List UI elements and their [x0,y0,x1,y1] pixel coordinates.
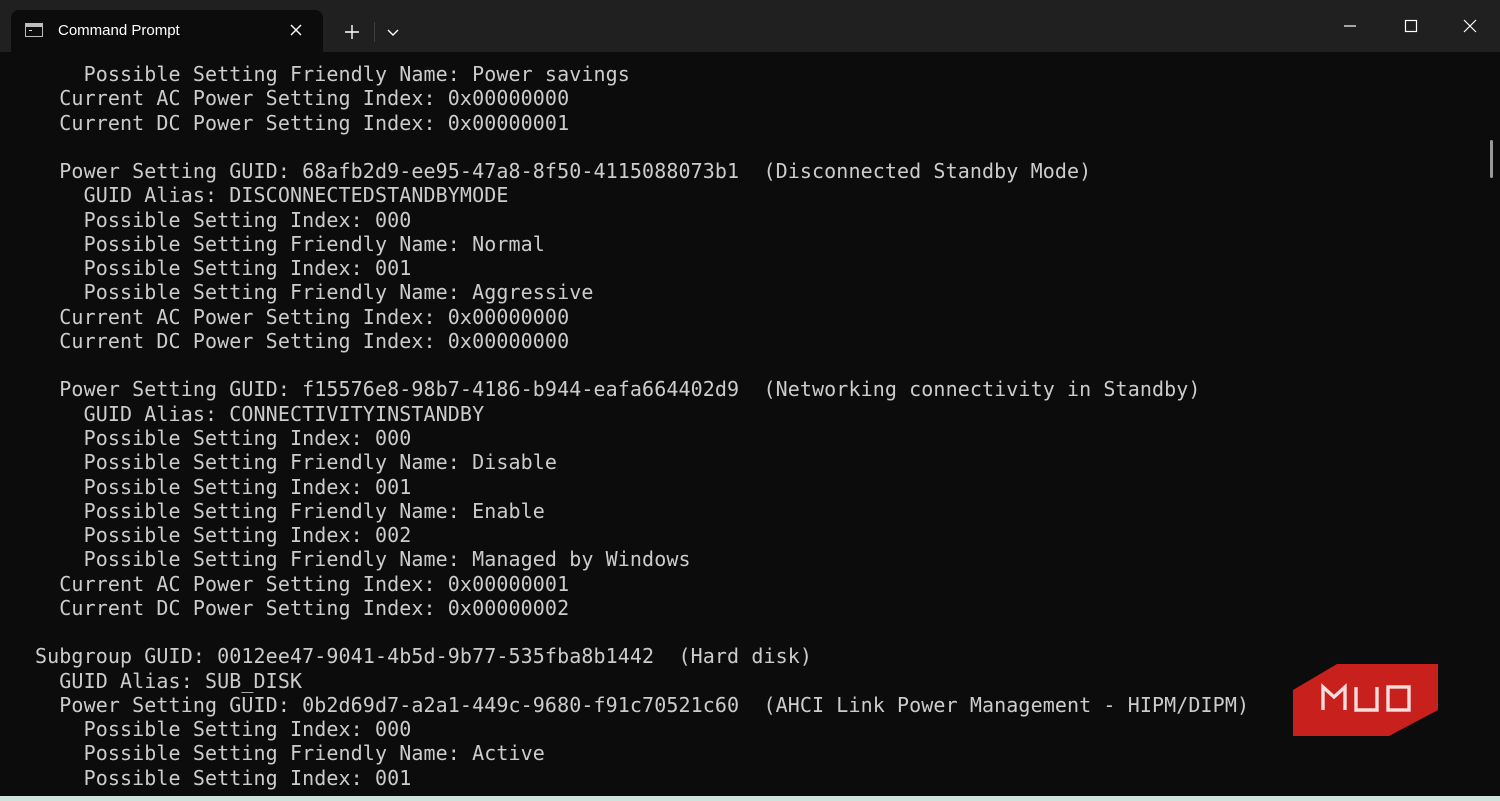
terminal-line: Possible Setting Friendly Name: Disable [35,450,558,475]
terminal-line: Current AC Power Setting Index: 0x000000… [35,571,570,596]
terminal-line: Possible Setting Friendly Name: Power sa… [35,62,630,86]
plus-icon [345,25,359,39]
terminal-line: Possible Setting Friendly Name: Managed … [35,547,691,572]
close-window-button[interactable] [1450,10,1490,42]
terminal-line: Current DC Power Setting Index: 0x000000… [35,328,570,353]
terminal-output[interactable]: Possible Setting Friendly Name: Power sa… [0,52,1500,796]
terminal-line: Possible Setting Index: 000 [35,425,412,450]
terminal-line: GUID Alias: SUB_DISK [35,668,303,693]
maximize-button[interactable] [1391,10,1431,42]
terminal-line: Subgroup GUID: 0012ee47-9041-4b5d-9b77-5… [35,644,813,669]
terminal-line: Power Setting GUID: 68afb2d9-ee95-47a8-8… [35,159,1092,184]
terminal-line: Current AC Power Setting Index: 0x000000… [35,304,570,329]
minimize-button[interactable] [1330,10,1370,42]
new-tab-button[interactable] [340,20,364,44]
tab-title: Command Prompt [58,22,180,39]
terminal-line: GUID Alias: CONNECTIVITYINSTANDBY [35,401,485,426]
terminal-lines: Possible Setting Friendly Name: Power sa… [35,62,1249,790]
terminal-line: Current DC Power Setting Index: 0x000000… [35,595,570,620]
terminal-line: Power Setting GUID: 0b2d69d7-a2a1-449c-9… [35,692,1250,717]
close-tab-button[interactable] [285,19,307,41]
maximize-icon [1404,19,1418,33]
tab-command-prompt[interactable]: Command Prompt [11,10,323,52]
terminal-window: Command Prompt Possible Setting Friendly… [0,0,1500,801]
scrollbar-thumb[interactable] [1490,140,1493,178]
close-icon [290,24,302,36]
terminal-line: Possible Setting Index: 000 [35,207,412,232]
terminal-line: Possible Setting Friendly Name: Aggressi… [35,280,594,305]
terminal-line: Possible Setting Friendly Name: Normal [35,231,545,256]
tab-separator [374,22,375,42]
terminal-line: Possible Setting Index: 001 [35,256,412,281]
close-icon [1463,19,1477,33]
terminal-line: Possible Setting Index: 001 [35,474,412,499]
title-bar[interactable]: Command Prompt [0,0,1500,52]
terminal-line: Possible Setting Friendly Name: Active [35,741,545,766]
minimize-icon [1344,25,1356,27]
terminal-line: Possible Setting Index: 001 [35,765,412,790]
terminal-line: Possible Setting Index: 002 [35,523,412,548]
terminal-line: Power Setting GUID: f15576e8-98b7-4186-b… [35,377,1201,402]
chevron-down-icon [387,29,399,36]
profiles-dropdown-button[interactable] [382,20,404,44]
terminal-line: GUID Alias: DISCONNECTEDSTANDBYMODE [35,183,509,208]
terminal-line: Current DC Power Setting Index: 0x000000… [35,110,570,135]
muo-watermark-logo [1293,664,1438,736]
window-bottom-edge [0,796,1500,801]
terminal-line: Current AC Power Setting Index: 0x000000… [35,86,570,111]
terminal-line: Possible Setting Friendly Name: Enable [35,498,545,523]
terminal-line: Possible Setting Index: 000 [35,717,412,742]
console-icon [25,23,43,37]
